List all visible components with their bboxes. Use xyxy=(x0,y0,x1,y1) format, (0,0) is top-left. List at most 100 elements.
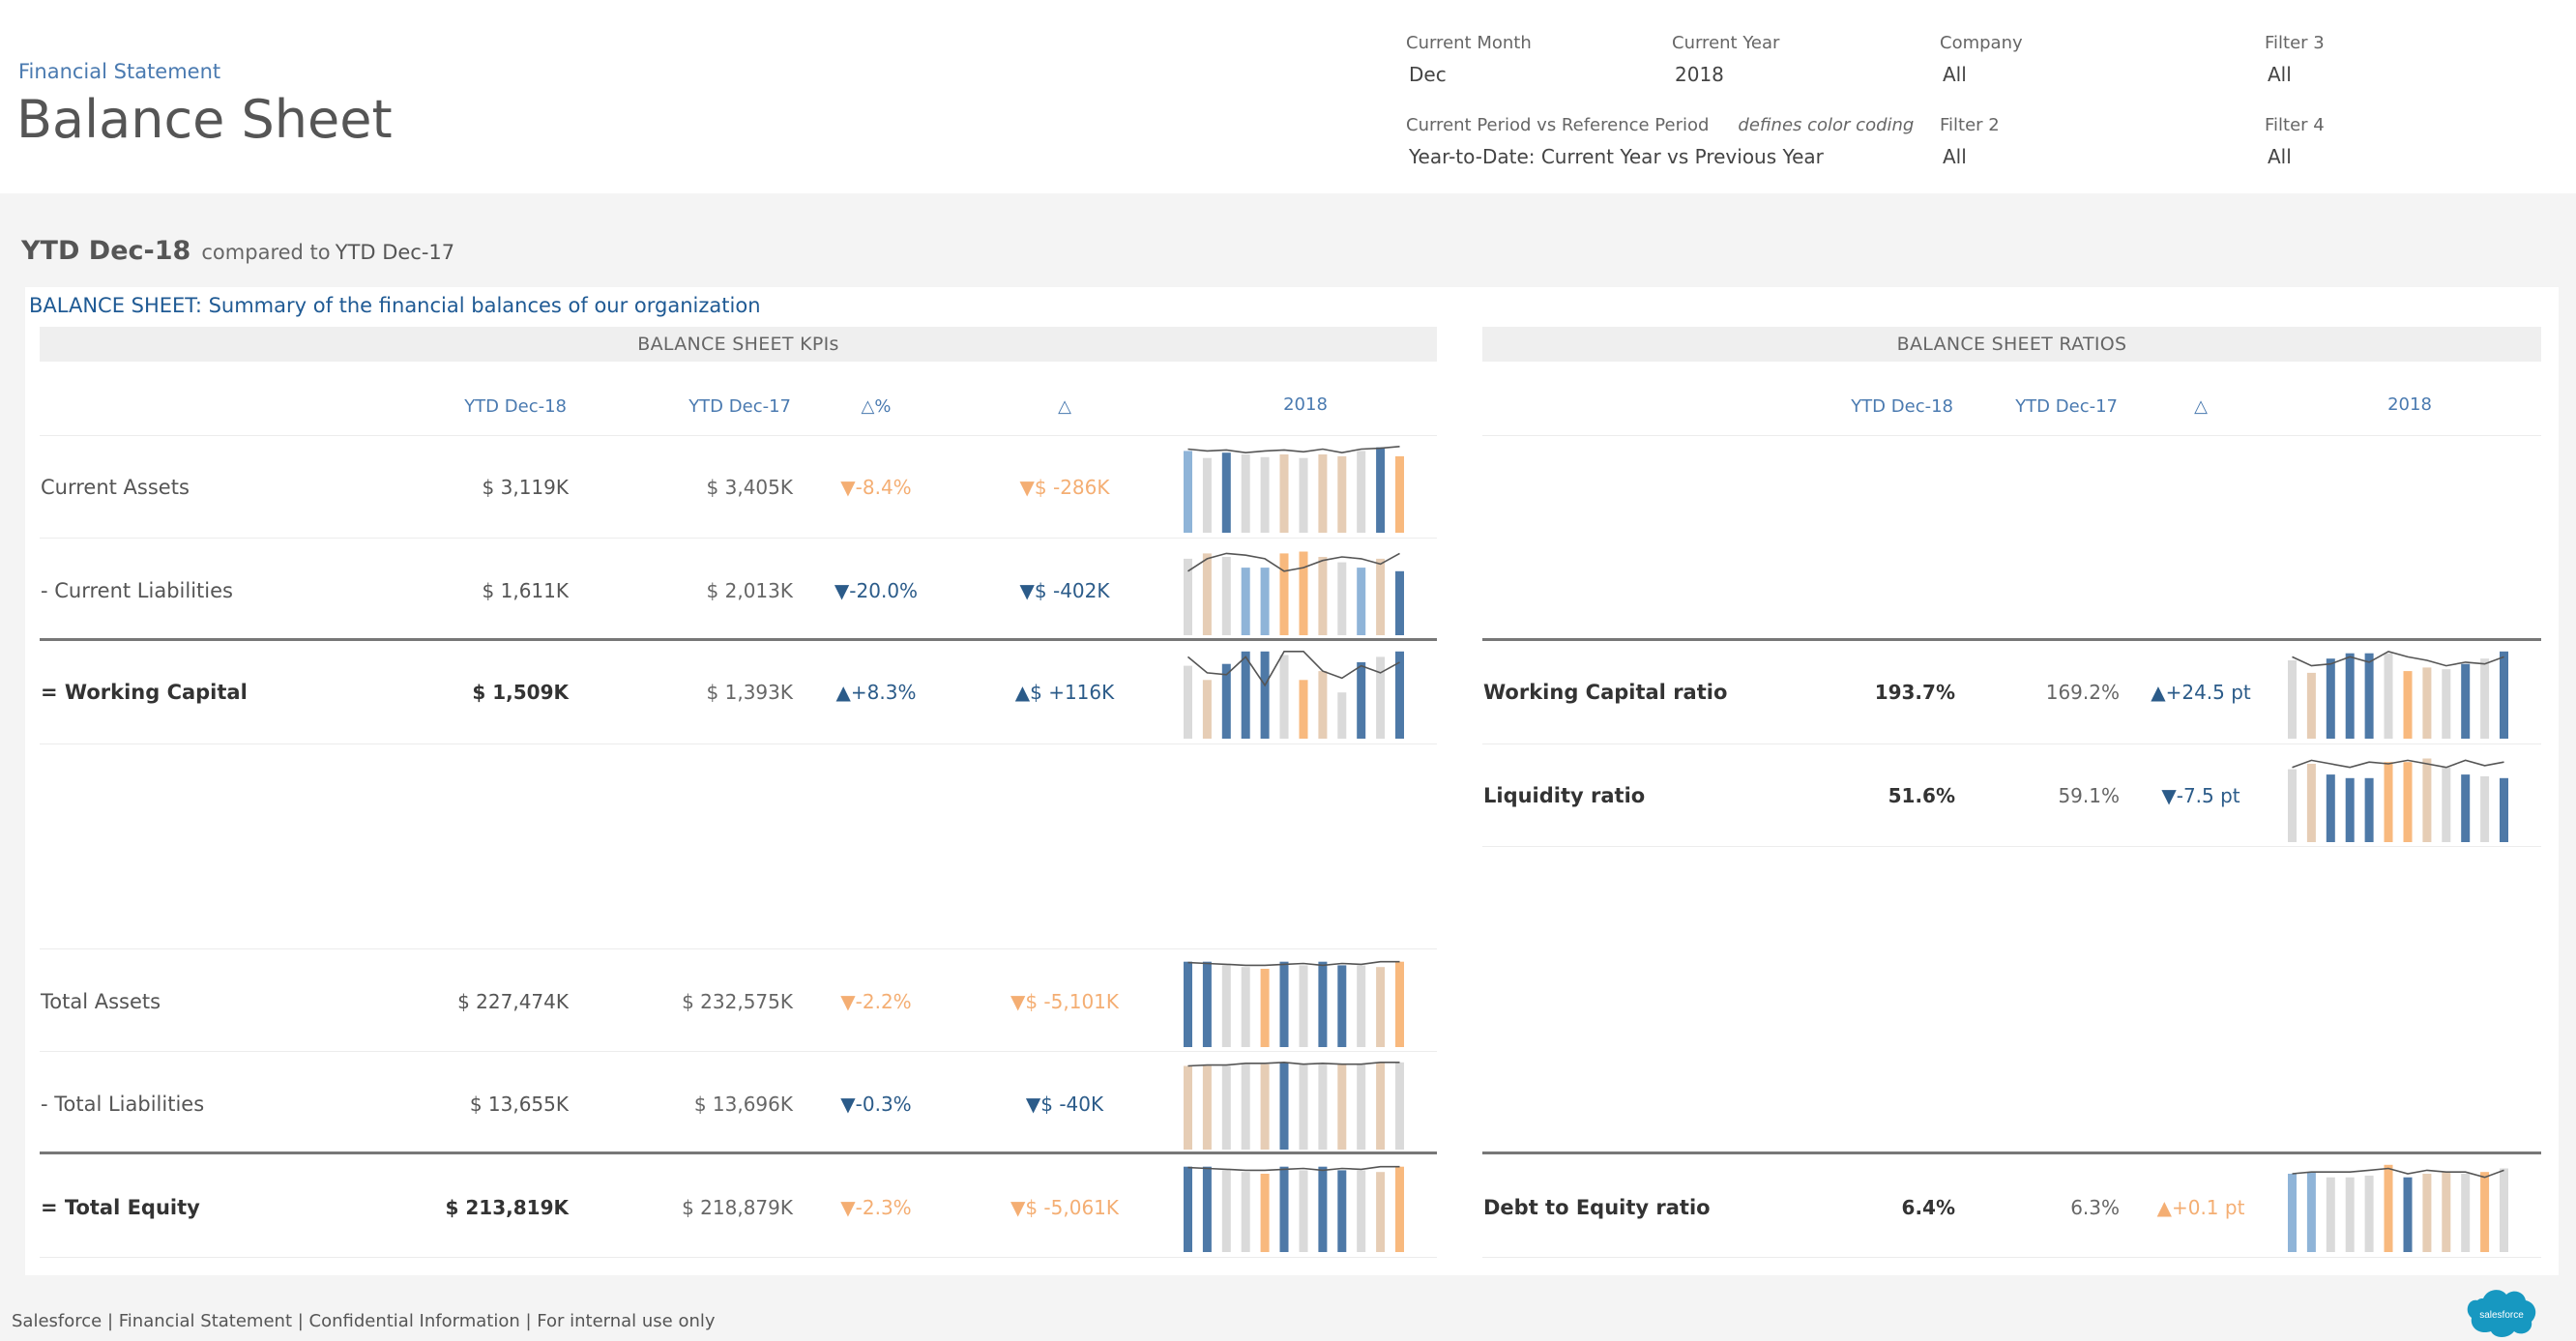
ratio-col-trend: 2018 xyxy=(2387,394,2432,415)
kpi-reference-value: $ 1,393K xyxy=(706,681,793,704)
kpi-delta: ▼$ -40K xyxy=(1025,1093,1104,1116)
breadcrumb[interactable]: Financial Statement xyxy=(18,60,220,83)
spark-bar xyxy=(2403,762,2413,842)
sparkline-total-equity[interactable] xyxy=(1180,1157,1431,1254)
row-divider-total xyxy=(1482,1152,2541,1154)
filter-company[interactable]: Company All xyxy=(1940,33,2023,86)
spark-bar xyxy=(1260,1064,1270,1150)
spark-bar xyxy=(1318,961,1328,1047)
spark-bar xyxy=(2442,669,2451,739)
kpi-name-total-assets: Total Assets xyxy=(41,990,161,1013)
row-divider xyxy=(1482,846,2541,847)
spark-bar xyxy=(2288,1174,2297,1252)
spark-bar xyxy=(1299,680,1308,739)
page-title: Balance Sheet xyxy=(16,89,393,150)
filter-current-month[interactable]: Current Month Dec xyxy=(1406,33,1532,86)
kpi-reference-value: $ 218,879K xyxy=(682,1196,793,1219)
kpi-delta: ▼$ -5,101K xyxy=(1010,990,1120,1013)
kpi-delta: ▼$ -402K xyxy=(1019,579,1110,602)
ratio-current-value: 193.7% xyxy=(1874,681,1955,704)
sparkline-working-capital-ratio[interactable] xyxy=(2284,644,2535,741)
row-divider-total xyxy=(40,1152,1437,1154)
filter-value[interactable]: All xyxy=(2265,63,2325,86)
filter-label: Current Month xyxy=(1406,33,1532,53)
filter-value[interactable]: Dec xyxy=(1406,63,1532,86)
kpi-current-value: $ 3,119K xyxy=(482,476,569,499)
spark-bar xyxy=(1221,557,1231,635)
spark-bar xyxy=(1357,661,1366,739)
kpi-name-current-assets: Current Assets xyxy=(41,476,190,499)
row-divider xyxy=(40,1051,1437,1052)
spark-bar xyxy=(2345,777,2355,842)
filter-value[interactable]: 2018 xyxy=(1672,63,1779,86)
spark-bar xyxy=(1337,562,1347,635)
sparkline-working-capital[interactable] xyxy=(1180,644,1431,741)
filter-label: Company xyxy=(1940,33,2023,53)
sparkline-total-liabilities[interactable] xyxy=(1180,1055,1431,1152)
kpi-reference-value: $ 3,405K xyxy=(706,476,793,499)
filter-2[interactable]: Filter 2 All xyxy=(1940,115,2000,168)
filter-value[interactable]: All xyxy=(2265,145,2325,168)
spark-bar xyxy=(1395,455,1404,533)
salesforce-logo[interactable]: salesforce xyxy=(2462,1285,2541,1339)
spark-bar xyxy=(1376,656,1386,739)
spark-bar xyxy=(2306,672,2316,739)
spark-bar xyxy=(1202,1065,1212,1150)
spark-bar xyxy=(2364,1175,2374,1252)
ratio-col-delta: △ xyxy=(2194,396,2208,417)
kpi-name-current-liabilities: - Current Liabilities xyxy=(41,579,233,602)
kpi-current-value: $ 1,509K xyxy=(472,681,569,704)
sparkline-liquidity-ratio[interactable] xyxy=(2284,747,2535,844)
sparkline-current-assets[interactable] xyxy=(1180,438,1431,535)
spark-bar xyxy=(1184,1166,1192,1252)
sparkline-total-assets[interactable] xyxy=(1180,952,1431,1049)
filter-3[interactable]: Filter 3 All xyxy=(2265,33,2325,86)
spark-line xyxy=(1187,1061,1400,1067)
spark-bar xyxy=(1202,680,1212,739)
spark-line xyxy=(1187,446,1400,454)
kpi-section-header: BALANCE SHEET KPIs xyxy=(40,327,1437,362)
kpi-delta-pct: ▼-8.4% xyxy=(840,476,912,499)
ratio-name-liquidity: Liquidity ratio xyxy=(1483,784,1646,807)
spark-bar xyxy=(2403,1177,2413,1252)
spark-bar xyxy=(1357,568,1366,635)
spark-bar xyxy=(1337,1064,1347,1150)
spark-bar xyxy=(2403,671,2413,739)
filter-label: Current Period vs Reference Period define… xyxy=(1406,115,1914,135)
kpi-reference-value: $ 232,575K xyxy=(682,990,793,1013)
spark-bar xyxy=(1376,967,1386,1047)
spark-bar xyxy=(1376,447,1386,533)
period-compared-to: compared to xyxy=(201,241,331,264)
spark-bar xyxy=(2480,1172,2490,1252)
filter-4[interactable]: Filter 4 All xyxy=(2265,115,2325,168)
spark-bar xyxy=(2422,1174,2432,1252)
kpi-current-value: $ 213,819K xyxy=(445,1196,569,1219)
row-divider-total xyxy=(1482,638,2541,641)
spark-bar xyxy=(2480,775,2490,842)
row-divider xyxy=(40,948,1437,949)
spark-bar xyxy=(1184,1065,1192,1150)
ratio-reference-value: 169.2% xyxy=(2045,681,2120,704)
filter-label: Current Year xyxy=(1672,33,1780,53)
spark-bar xyxy=(1337,1170,1347,1252)
spark-bar xyxy=(1318,1166,1328,1252)
row-divider xyxy=(40,435,1437,436)
spark-bar xyxy=(1395,1062,1404,1150)
filter-period[interactable]: Current Period vs Reference Period define… xyxy=(1406,115,1914,168)
spark-line xyxy=(1186,651,1400,687)
spark-bar xyxy=(1202,553,1212,635)
sparkline-debt-to-equity-ratio[interactable] xyxy=(2284,1157,2535,1254)
sparkline-current-liabilities[interactable] xyxy=(1180,540,1431,637)
spark-bar xyxy=(1299,965,1308,1047)
spark-bar xyxy=(2480,658,2490,739)
spark-bar xyxy=(2461,774,2471,842)
filter-value[interactable]: All xyxy=(1940,145,2000,168)
kpi-col-delta: △ xyxy=(1058,396,1071,417)
filter-current-year[interactable]: Current Year 2018 xyxy=(1672,33,1779,86)
spark-bar xyxy=(1260,456,1270,533)
filter-value[interactable]: Year-to-Date: Current Year vs Previous Y… xyxy=(1406,145,1914,168)
filter-value[interactable]: All xyxy=(1940,63,2023,86)
ratio-col-current: YTD Dec-18 xyxy=(1851,396,1953,417)
spark-bar xyxy=(1279,553,1289,635)
spark-bar xyxy=(2442,1172,2451,1252)
